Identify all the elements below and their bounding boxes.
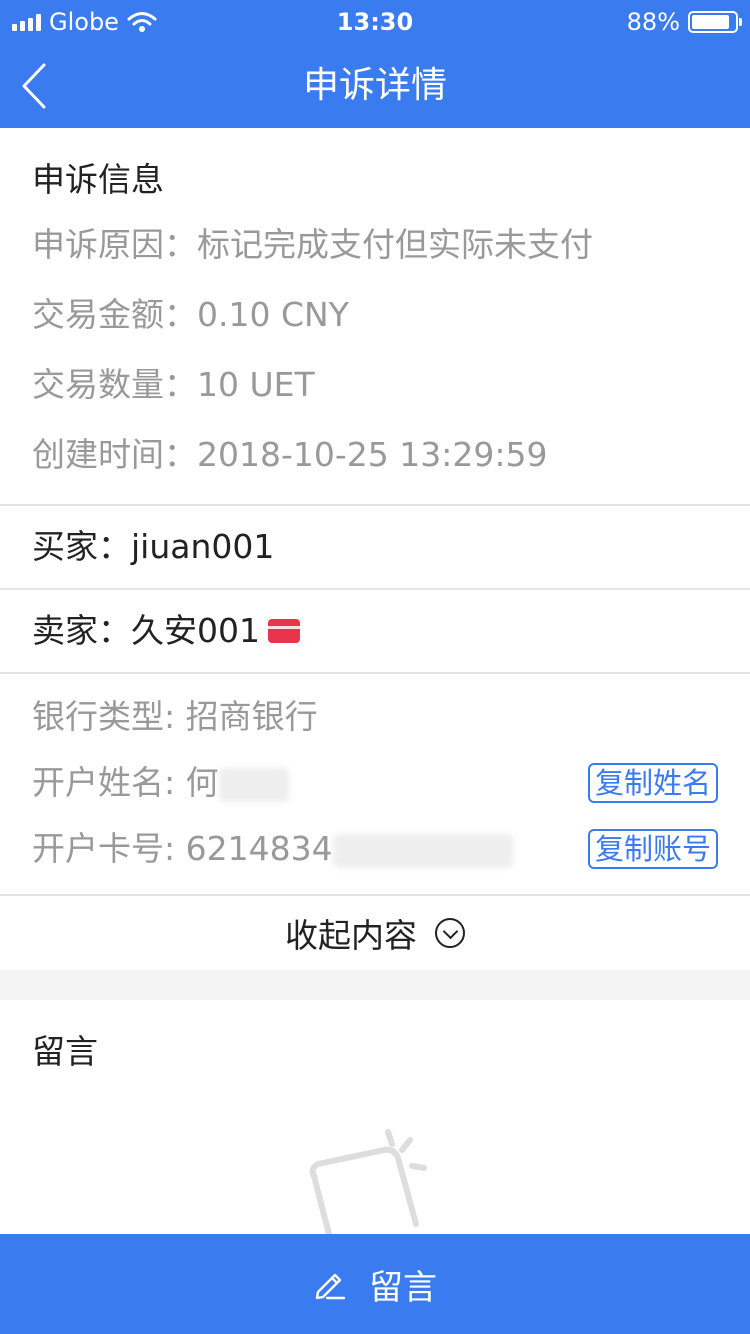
- appeal-info-title: 申诉信息: [32, 160, 164, 199]
- nav-bar: 申诉详情: [0, 44, 750, 128]
- messages-section: 留言: [0, 1000, 750, 1260]
- collapse-content-button[interactable]: 收起内容: [0, 896, 750, 970]
- leave-message-button[interactable]: 留言: [0, 1234, 750, 1334]
- account-name-row: 开户姓名: 何 复制姓名: [32, 750, 718, 816]
- appeal-info-section: 申诉信息 申诉原因：标记完成支付但实际未支付 交易金额：0.10 CNY 交易数…: [0, 128, 750, 506]
- seller-name: 久安001: [131, 611, 260, 650]
- card-number-label: 开户卡号:: [32, 829, 176, 868]
- account-name-label: 开户姓名:: [32, 763, 176, 802]
- battery-icon: [688, 11, 742, 33]
- trade-amount-label: 交易金额：: [32, 295, 197, 334]
- collapse-label: 收起内容: [285, 916, 417, 955]
- status-bar: Globe 13:30 88%: [0, 0, 750, 44]
- created-time-value: 2018-10-25 13:29:59: [197, 435, 548, 474]
- card-number-row: 开户卡号: 6214834 复制账号: [32, 816, 718, 882]
- section-divider: [0, 970, 750, 1000]
- chevron-down-circle-icon: [435, 918, 465, 948]
- trade-quantity-row: 交易数量：10 UET: [32, 350, 718, 420]
- buyer-label: 买家：: [32, 527, 131, 566]
- trade-quantity-label: 交易数量：: [32, 365, 197, 404]
- bank-type-value: 招商银行: [185, 697, 318, 736]
- account-name-redacted: [218, 767, 289, 802]
- bank-info-section: 银行类型: 招商银行 开户姓名: 何 复制姓名 开户卡号: 6214834 复制…: [0, 674, 750, 896]
- battery-percent: 88%: [626, 8, 680, 36]
- copy-name-button[interactable]: 复制姓名: [587, 763, 718, 803]
- messages-title: 留言: [32, 1032, 98, 1071]
- appeal-reason-label: 申诉原因：: [32, 225, 197, 264]
- trade-quantity-value: 10 UET: [197, 365, 315, 404]
- copy-account-button[interactable]: 复制账号: [587, 829, 718, 869]
- bank-type-row: 银行类型: 招商银行: [32, 684, 718, 750]
- appeal-reason-row: 申诉原因：标记完成支付但实际未支付: [32, 210, 718, 280]
- created-time-label: 创建时间：: [32, 435, 197, 474]
- seller-label: 卖家：: [32, 611, 131, 650]
- main-content: 申诉信息 申诉原因：标记完成支付但实际未支付 交易金额：0.10 CNY 交易数…: [0, 128, 750, 1260]
- created-time-row: 创建时间：2018-10-25 13:29:59: [32, 420, 718, 490]
- appeal-reason-value: 标记完成支付但实际未支付: [197, 225, 593, 264]
- card-number-value: 6214834: [185, 829, 333, 868]
- trade-amount-value: 0.10 CNY: [197, 295, 349, 334]
- buyer-row: 买家： jiuan001: [0, 506, 750, 590]
- account-name-value: 何: [185, 763, 219, 802]
- bank-type-label: 银行类型:: [32, 697, 176, 736]
- pencil-icon: [315, 1273, 346, 1300]
- leave-message-label: 留言: [369, 1267, 437, 1308]
- page-title: 申诉详情: [302, 65, 447, 106]
- card-number-redacted: [332, 833, 513, 868]
- trade-amount-row: 交易金额：0.10 CNY: [32, 280, 718, 350]
- bank-card-icon: [268, 619, 300, 643]
- seller-row: 卖家： 久安001: [0, 590, 750, 674]
- status-right: 88%: [626, 6, 742, 38]
- buyer-name: jiuan001: [131, 527, 275, 566]
